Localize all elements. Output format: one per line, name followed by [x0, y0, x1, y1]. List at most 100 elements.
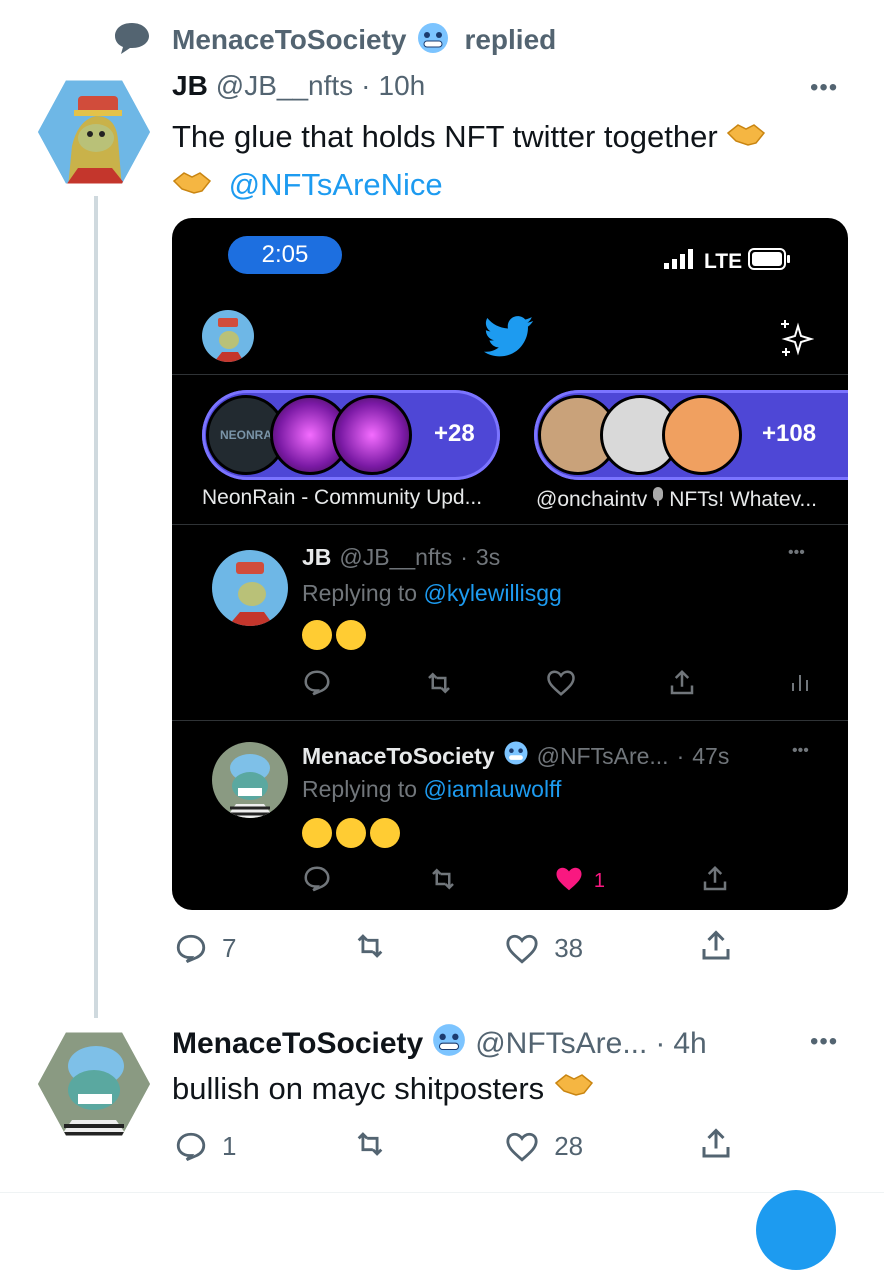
status-right: LTE — [664, 248, 792, 275]
space-speaker-avatar — [662, 395, 742, 475]
handshake-emoji-icon — [172, 164, 212, 210]
avatar[interactable] — [38, 1032, 150, 1136]
retweet-icon[interactable] — [427, 864, 459, 899]
reply-text: bullish on mayc shitposters — [172, 1071, 545, 1106]
inner-sep: · — [676, 742, 685, 769]
divider — [172, 720, 848, 721]
profile-avatar[interactable] — [202, 310, 254, 362]
inner-actions — [302, 668, 812, 703]
retweet-icon[interactable] — [351, 929, 389, 968]
cold-face-emoji-icon — [416, 21, 450, 60]
reply-action[interactable]: 7 — [174, 932, 236, 966]
speech-bubble-icon — [112, 20, 152, 61]
tweet-author-handle[interactable]: @JB__nfts — [216, 70, 353, 102]
embedded-screenshot[interactable]: 2:05 LTE NEONRA +28 +108 NeonRain - Comm… — [172, 218, 848, 910]
like-count: 28 — [554, 1131, 584, 1161]
more-icon[interactable]: ••• — [810, 1028, 838, 1056]
divider — [172, 524, 848, 525]
inner-author-name[interactable]: JB — [302, 544, 331, 571]
tweet-author-name[interactable]: JB — [172, 70, 208, 102]
avatar[interactable] — [212, 742, 288, 818]
inner-author-name[interactable]: MenaceToSociety — [302, 743, 495, 770]
more-icon[interactable]: ••• — [788, 544, 805, 562]
like-count: 38 — [554, 933, 584, 963]
reply-to-link[interactable]: @iamlauwolff — [423, 776, 561, 802]
space-card-neonrain[interactable]: NEONRA +28 — [202, 390, 500, 480]
space-speaker-avatar — [332, 395, 412, 475]
tweet-header: JB @JB__nfts · 10h — [172, 70, 425, 102]
reply-icon[interactable] — [174, 1130, 208, 1164]
share-icon[interactable] — [698, 928, 734, 969]
space-label-pre: @onchaintv — [536, 488, 648, 511]
reply-author-handle[interactable]: @NFTsAre... — [475, 1027, 647, 1061]
reply-author-name[interactable]: MenaceToSociety — [172, 1027, 423, 1061]
inner-tweet-header: MenaceToSociety @NFTsAre... · 47s — [302, 740, 729, 772]
tweet-actions: 7 38 — [174, 928, 734, 969]
reply-time[interactable]: 4h — [673, 1027, 706, 1061]
share-icon[interactable] — [698, 1126, 734, 1167]
context-row: MenaceToSociety replied — [112, 20, 556, 60]
space-count: +108 — [762, 420, 817, 447]
replying-line: Replying to @kylewillisgg — [302, 580, 562, 607]
like-count: 1 — [593, 870, 606, 892]
tweet-text: The glue that holds NFT twitter together — [172, 119, 718, 154]
reply-icon[interactable] — [302, 668, 332, 703]
tweet-time[interactable]: 10h — [379, 70, 426, 102]
cold-face-emoji-icon — [503, 740, 529, 772]
battery-icon — [748, 248, 792, 275]
replying-label: Replying to — [302, 776, 418, 802]
like-icon[interactable] — [504, 932, 540, 966]
space-label-post: NFTs! Whatev... — [669, 488, 818, 511]
retweet-icon[interactable] — [351, 1127, 389, 1166]
inner-time: 47s — [692, 742, 730, 769]
more-icon[interactable]: ••• — [810, 74, 838, 102]
replying-line: Replying to @iamlauwolff — [302, 776, 561, 803]
reply-count: 1 — [222, 1131, 237, 1161]
space-host-tag: NEONRA — [219, 428, 272, 442]
share-icon[interactable] — [700, 864, 730, 899]
reply-icon[interactable] — [174, 932, 208, 966]
retweet-icon[interactable] — [423, 668, 455, 703]
reply-action[interactable]: 1 — [174, 1130, 236, 1164]
status-time: 2:05 — [228, 236, 342, 274]
microphone-emoji-icon — [651, 486, 665, 514]
sparkle-icon[interactable] — [778, 318, 815, 363]
twitter-bird-icon[interactable] — [484, 316, 534, 363]
context-user[interactable]: MenaceToSociety — [172, 24, 406, 56]
avatar[interactable] — [212, 550, 288, 626]
tweet-mention[interactable]: @NFTsAreNice — [229, 167, 443, 202]
analytics-icon[interactable] — [788, 668, 812, 703]
avatar[interactable] — [38, 80, 150, 184]
handshake-emoji-icon — [554, 1066, 594, 1112]
reply-to-link[interactable]: @kylewillisgg — [423, 580, 561, 606]
thread-line — [94, 196, 98, 1018]
space-label: NeonRain - Community Upd... — [202, 486, 483, 509]
more-icon[interactable]: ••• — [792, 742, 809, 760]
compose-button[interactable] — [756, 1190, 836, 1270]
like-icon[interactable] — [504, 1130, 540, 1164]
space-card-onchaintv[interactable]: +108 — [534, 390, 848, 480]
reply-text-block: bullish on mayc shitposters — [172, 1066, 594, 1112]
context-action: replied — [464, 24, 557, 55]
reply-count: 7 — [222, 933, 237, 963]
space-count: +28 — [434, 420, 475, 447]
inner-author-handle[interactable]: @JB__nfts — [339, 544, 452, 571]
replying-label: Replying to — [302, 580, 418, 606]
handshake-emoji-icon — [726, 116, 766, 162]
like-action[interactable]: 28 — [504, 1130, 583, 1164]
crying-emoji-icon — [302, 818, 404, 848]
tweet-text-block: The glue that holds NFT twitter together… — [172, 114, 852, 210]
inner-time: 3s — [475, 544, 501, 570]
signal-icon — [664, 249, 698, 274]
inner-author-handle[interactable]: @NFTsAre... — [537, 743, 669, 770]
reply-actions: 1 28 — [174, 1126, 734, 1167]
share-icon[interactable] — [667, 668, 697, 703]
reply-icon[interactable] — [302, 864, 332, 899]
network-label: LTE — [704, 249, 743, 273]
like-icon[interactable] — [546, 668, 576, 703]
reply-sep: · — [655, 1027, 666, 1060]
like-action[interactable]: 38 — [504, 932, 583, 966]
like-icon[interactable] — [554, 864, 584, 899]
inner-sep: · — [460, 544, 468, 570]
like-action[interactable]: 1 — [554, 864, 605, 899]
